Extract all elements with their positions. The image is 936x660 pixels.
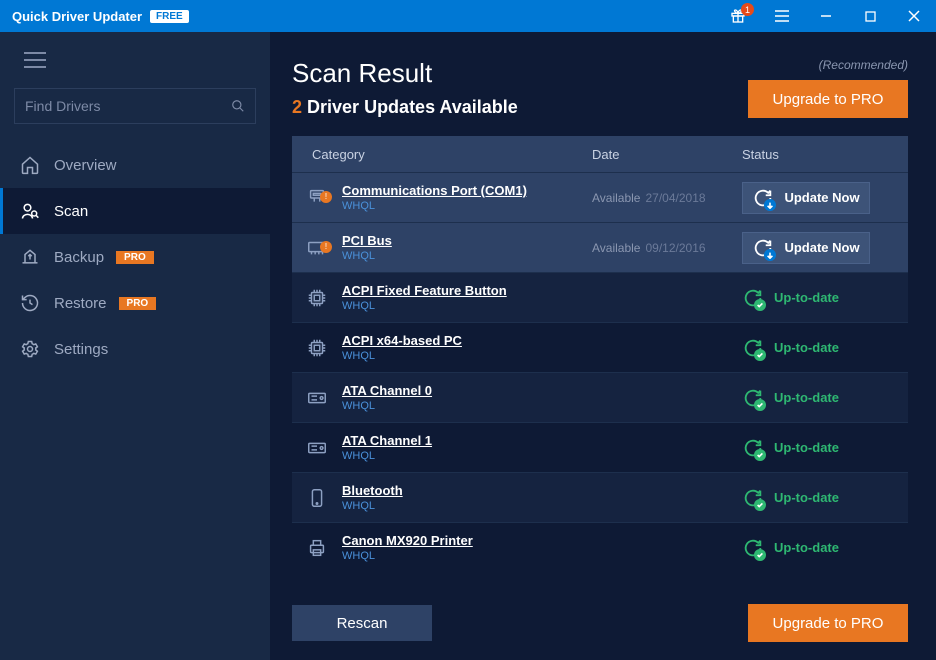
nav-label: Settings bbox=[54, 341, 108, 358]
hamburger-button[interactable] bbox=[0, 46, 270, 82]
table-row: Bluetooth WHQL Up-to-date bbox=[292, 472, 908, 522]
update-now-button[interactable]: Update Now bbox=[742, 182, 870, 214]
maximize-button[interactable] bbox=[848, 0, 892, 32]
alert-badge: ! bbox=[320, 191, 332, 203]
col-date: Date bbox=[592, 147, 742, 162]
backup-icon bbox=[20, 247, 48, 267]
whql-label: WHQL bbox=[342, 500, 592, 512]
driver-name-link[interactable]: Canon MX920 Printer bbox=[342, 533, 592, 548]
device-icon bbox=[292, 487, 342, 509]
hamburger-icon bbox=[24, 52, 46, 68]
home-icon bbox=[20, 155, 48, 175]
table-row: ACPI x64-based PC WHQL Up-to-date bbox=[292, 322, 908, 372]
table-body[interactable]: ! Communications Port (COM1) WHQL Availa… bbox=[292, 172, 908, 588]
device-icon: ! bbox=[292, 187, 342, 209]
nav-label: Scan bbox=[54, 203, 88, 220]
whql-label: WHQL bbox=[342, 550, 592, 562]
driver-name-link[interactable]: Bluetooth bbox=[342, 483, 592, 498]
uptodate-status: Up-to-date bbox=[742, 287, 839, 309]
recommended-label: (Recommended) bbox=[748, 58, 908, 72]
sidebar: Overview Scan Backup PRO Restore PRO Set… bbox=[0, 32, 270, 660]
page-title: Scan Result bbox=[292, 58, 518, 89]
driver-name-link[interactable]: ACPI x64-based PC bbox=[342, 333, 592, 348]
nav-label: Overview bbox=[54, 157, 117, 174]
nav-label: Backup bbox=[54, 249, 104, 266]
main-panel: Scan Result 2 Driver Updates Available (… bbox=[270, 32, 936, 660]
uptodate-status: Up-to-date bbox=[742, 337, 839, 359]
col-status: Status bbox=[742, 147, 894, 162]
table-row: ATA Channel 1 WHQL Up-to-date bbox=[292, 422, 908, 472]
whql-label: WHQL bbox=[342, 250, 592, 262]
app-title: Quick Driver Updater bbox=[12, 9, 142, 24]
nav-item-settings[interactable]: Settings bbox=[0, 326, 270, 372]
titlebar: Quick Driver Updater FREE 1 bbox=[0, 0, 936, 32]
whql-label: WHQL bbox=[342, 200, 592, 212]
settings-icon bbox=[20, 339, 48, 359]
table-row: ACPI Fixed Feature Button WHQL Up-to-dat… bbox=[292, 272, 908, 322]
scan-icon bbox=[20, 201, 48, 221]
col-category: Category bbox=[292, 147, 592, 162]
upgrade-button-top[interactable]: Upgrade to PRO bbox=[748, 80, 908, 118]
device-icon bbox=[292, 337, 342, 359]
driver-name-link[interactable]: Communications Port (COM1) bbox=[342, 183, 592, 198]
close-button[interactable] bbox=[892, 0, 936, 32]
close-icon bbox=[908, 10, 920, 22]
upgrade-button-bottom[interactable]: Upgrade to PRO bbox=[748, 604, 908, 642]
gift-button[interactable]: 1 bbox=[716, 0, 760, 32]
menu-lines-icon bbox=[774, 10, 790, 22]
uptodate-status: Up-to-date bbox=[742, 387, 839, 409]
device-icon bbox=[292, 287, 342, 309]
driver-date: Available27/04/2018 bbox=[592, 191, 742, 205]
whql-label: WHQL bbox=[342, 300, 592, 312]
pro-badge: PRO bbox=[116, 251, 154, 264]
nav-item-overview[interactable]: Overview bbox=[0, 142, 270, 188]
whql-label: WHQL bbox=[342, 400, 592, 412]
driver-name-link[interactable]: ATA Channel 1 bbox=[342, 433, 592, 448]
search-input[interactable] bbox=[25, 98, 231, 114]
device-icon: ! bbox=[292, 237, 342, 259]
pro-badge: PRO bbox=[119, 297, 157, 310]
whql-label: WHQL bbox=[342, 350, 592, 362]
uptodate-status: Up-to-date bbox=[742, 487, 839, 509]
maximize-icon bbox=[865, 11, 876, 22]
free-badge: FREE bbox=[150, 10, 189, 23]
table-row: Canon MX920 Printer WHQL Up-to-date bbox=[292, 522, 908, 572]
nav-item-restore[interactable]: Restore PRO bbox=[0, 280, 270, 326]
nav-item-backup[interactable]: Backup PRO bbox=[0, 234, 270, 280]
nav-label: Restore bbox=[54, 295, 107, 312]
alert-badge: ! bbox=[320, 241, 332, 253]
table-row: ! Communications Port (COM1) WHQL Availa… bbox=[292, 172, 908, 222]
update-now-button[interactable]: Update Now bbox=[742, 232, 870, 264]
search-box[interactable] bbox=[14, 88, 256, 124]
gift-count-badge: 1 bbox=[741, 3, 754, 16]
whql-label: WHQL bbox=[342, 450, 592, 462]
driver-name-link[interactable]: ATA Channel 0 bbox=[342, 383, 592, 398]
rescan-button[interactable]: Rescan bbox=[292, 605, 432, 641]
uptodate-status: Up-to-date bbox=[742, 437, 839, 459]
minimize-icon bbox=[820, 10, 832, 22]
menu-button[interactable] bbox=[760, 0, 804, 32]
driver-name-link[interactable]: ACPI Fixed Feature Button bbox=[342, 283, 592, 298]
table-row: ! PCI Bus WHQL Available09/12/2016 Updat… bbox=[292, 222, 908, 272]
driver-name-link[interactable]: PCI Bus bbox=[342, 233, 592, 248]
driver-date: Available09/12/2016 bbox=[592, 241, 742, 255]
search-icon bbox=[231, 99, 245, 113]
device-icon bbox=[292, 387, 342, 409]
restore-icon bbox=[20, 293, 48, 313]
updates-count: 2 bbox=[292, 97, 302, 117]
table-header: Category Date Status bbox=[292, 136, 908, 172]
table-row: ATA Channel 0 WHQL Up-to-date bbox=[292, 372, 908, 422]
nav-item-scan[interactable]: Scan bbox=[0, 188, 270, 234]
minimize-button[interactable] bbox=[804, 0, 848, 32]
updates-text: Driver Updates Available bbox=[307, 97, 518, 117]
device-icon bbox=[292, 537, 342, 559]
driver-table: Category Date Status ! Communications Po… bbox=[292, 136, 908, 588]
updates-subtitle: 2 Driver Updates Available bbox=[292, 97, 518, 118]
uptodate-status: Up-to-date bbox=[742, 537, 839, 559]
device-icon bbox=[292, 437, 342, 459]
